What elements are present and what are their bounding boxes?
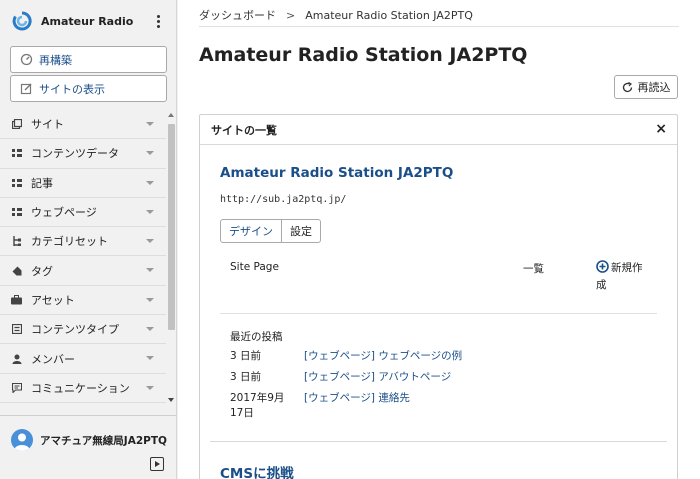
page-title: Amateur Radio Station JA2PTQ	[199, 44, 528, 66]
sidebar-item-content-data[interactable]: コンテンツデータ	[0, 139, 166, 169]
site-name-link[interactable]: CMSに挑戦	[220, 462, 294, 479]
sidebar-item-label: コミュニケーション	[31, 381, 130, 395]
sidebar-item-assets[interactable]: アセット	[0, 286, 166, 316]
view-site-label: サイトの表示	[39, 82, 105, 96]
collapse-sidebar-icon[interactable]	[150, 457, 164, 471]
sidebar-item-label: コンテンツタイプ	[31, 323, 119, 337]
comment-icon	[11, 382, 22, 393]
list-link[interactable]: 一覧	[523, 261, 544, 276]
rebuild-icon	[19, 53, 33, 67]
chevron-down-icon	[146, 356, 154, 361]
new-page-link[interactable]: 新規作成	[596, 260, 652, 294]
reload-button[interactable]: 再読込	[614, 75, 678, 99]
refresh-icon	[622, 81, 633, 93]
movable-type-logo-icon[interactable]	[11, 10, 33, 32]
panel-divider	[220, 313, 657, 314]
site-icon	[11, 119, 22, 130]
scrollbar-thumb[interactable]	[168, 124, 175, 330]
post-link[interactable]: [ウェブページ] 連絡先	[304, 391, 410, 406]
post-link[interactable]: [ウェブページ] アバウトページ	[304, 370, 451, 385]
sidebar-scrollbar[interactable]	[166, 110, 176, 406]
rebuild-button[interactable]: 再構築	[10, 46, 167, 73]
sidebar-item-members[interactable]: メンバー	[0, 344, 166, 374]
post-date: 2017年9月17日	[230, 392, 285, 419]
sidebar-site-title[interactable]: Amateur Radio St...	[41, 15, 137, 28]
sidebar-footer: アマチュア無線局JA2PTQ	[0, 415, 177, 479]
site-name-link[interactable]: Amateur Radio Station JA2PTQ	[220, 165, 453, 181]
scroll-up-arrow-icon[interactable]	[168, 113, 174, 117]
site-action-buttons: デザイン 設定	[220, 219, 321, 243]
post-date: 3 日前	[230, 371, 262, 383]
user-name: アマチュア無線局JA2PTQ	[40, 434, 167, 447]
chevron-down-icon	[146, 180, 154, 185]
sidebar: Amateur Radio St... 再構築 サイトの表示 サイト コンテンツ…	[0, 0, 177, 479]
sidebar-item-communication[interactable]: コミュニケーション	[0, 374, 166, 403]
chevron-down-icon	[146, 151, 154, 156]
tag-icon	[11, 265, 22, 276]
webpage-icon	[11, 207, 22, 218]
briefcase-icon	[11, 294, 22, 305]
sidebar-header: Amateur Radio St...	[0, 0, 176, 42]
scroll-down-arrow-icon[interactable]	[168, 398, 174, 402]
breadcrumb-divider	[199, 26, 679, 27]
sidebar-item-label: 記事	[31, 176, 53, 190]
chevron-down-icon	[146, 385, 154, 390]
sidebar-nav: サイト コンテンツデータ 記事 ウェブページ カテゴリセット タグ アセット コ…	[0, 110, 166, 403]
site-list-panel: サイトの一覧 × Amateur Radio Station JA2PTQ ht…	[199, 114, 678, 479]
sidebar-item-label: サイト	[31, 118, 64, 132]
sidebar-item-label: コンテンツデータ	[31, 147, 119, 161]
sidebar-item-label: メンバー	[31, 352, 75, 366]
panel-header: サイトの一覧 ×	[200, 115, 677, 145]
main-content: ダッシュボード > Amateur Radio Station JA2PTQ Ama…	[178, 0, 700, 479]
kebab-menu-icon[interactable]	[153, 14, 163, 28]
sidebar-item-label: タグ	[31, 264, 53, 278]
sidebar-item-content-types[interactable]: コンテンツタイプ	[0, 315, 166, 345]
sidebar-item-entries[interactable]: 記事	[0, 169, 166, 198]
chevron-down-icon	[146, 268, 154, 273]
site-page-label: Site Page	[230, 261, 279, 273]
user-menu[interactable]: アマチュア無線局JA2PTQ	[11, 429, 167, 451]
content-data-icon	[11, 148, 22, 159]
plus-circle-icon	[596, 260, 609, 273]
sidebar-item-category-sets[interactable]: カテゴリセット	[0, 227, 166, 257]
breadcrumb-separator: >	[286, 9, 296, 22]
chevron-down-icon	[146, 209, 154, 214]
sidebar-item-webpages[interactable]: ウェブページ	[0, 198, 166, 228]
sidebar-item-label: アセット	[31, 293, 75, 307]
sidebar-item-label: ウェブページ	[31, 206, 97, 220]
user-icon	[11, 353, 22, 364]
edit-icon	[19, 82, 33, 96]
breadcrumb-current: Amateur Radio Station JA2PTQ	[305, 9, 473, 22]
chevron-down-icon	[146, 297, 154, 302]
avatar	[11, 429, 33, 451]
reload-label: 再読込	[637, 81, 671, 94]
breadcrumb-dashboard[interactable]: ダッシュボード	[199, 9, 276, 22]
content-type-icon	[11, 324, 22, 335]
entry-icon	[11, 177, 22, 188]
view-site-button[interactable]: サイトの表示	[10, 75, 167, 102]
sidebar-item-label: カテゴリセット	[31, 235, 108, 249]
category-set-icon	[11, 236, 22, 247]
post-link[interactable]: [ウェブページ] ウェブページの例	[304, 349, 462, 364]
settings-button[interactable]: 設定	[282, 219, 321, 243]
chevron-down-icon	[146, 239, 154, 244]
design-button[interactable]: デザイン	[220, 219, 282, 243]
breadcrumb: ダッシュボード > Amateur Radio Station JA2PTQ	[199, 7, 473, 23]
site-divider	[210, 441, 667, 442]
sidebar-item-site[interactable]: サイト	[0, 110, 166, 140]
chevron-down-icon	[146, 122, 154, 126]
panel-title: サイトの一覧	[211, 123, 277, 137]
post-date: 3 日前	[230, 350, 262, 362]
close-icon[interactable]: ×	[655, 122, 667, 136]
chevron-down-icon	[146, 327, 154, 332]
rebuild-label: 再構築	[39, 53, 72, 67]
recent-posts-title: 最近の投稿	[230, 331, 283, 343]
site-url-link[interactable]: http://sub.ja2ptq.jp/	[220, 194, 346, 205]
sidebar-item-tags[interactable]: タグ	[0, 256, 166, 286]
